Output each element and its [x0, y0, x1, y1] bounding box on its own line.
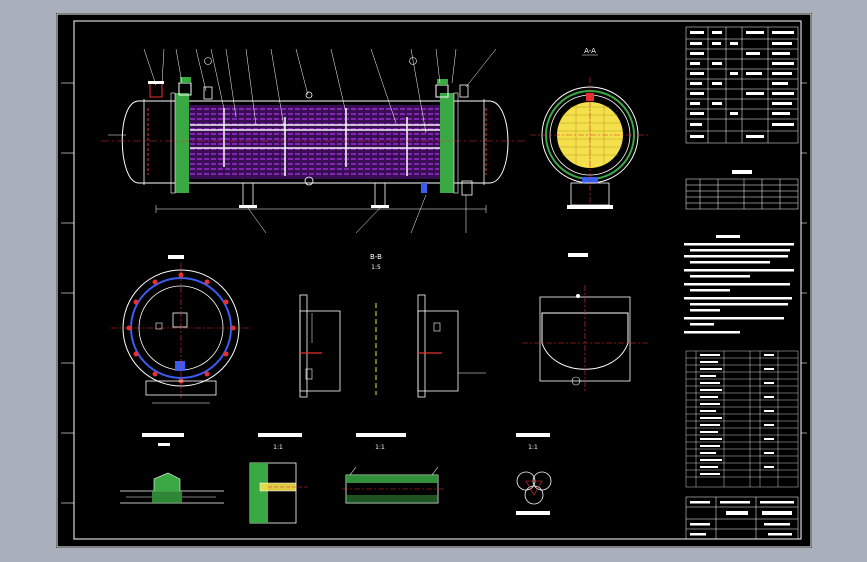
- cad-drawing: A-A B-B 1:5 1:1 1:1 1:1: [56, 13, 812, 548]
- tube-sheet-right: [440, 93, 454, 193]
- heat-exchanger-elevation: [101, 48, 526, 234]
- section-b-title: B-B: [370, 253, 382, 261]
- nozzle-weld-detail: [342, 466, 446, 504]
- technical-notes: [684, 235, 794, 334]
- drawing-sheet: A-A B-B 1:5 1:1 1:1 1:1: [56, 13, 812, 548]
- tube-arrangement-detail: [516, 471, 552, 505]
- flange-view: [111, 263, 251, 404]
- tube-sheet-detail: [249, 462, 308, 524]
- section-b-view: [299, 294, 486, 398]
- section-b-scale: 1:5: [371, 264, 381, 271]
- weld-detail-scale: 1:1: [375, 444, 385, 451]
- end-view-section: [530, 77, 650, 209]
- mark-detail-scale: 1:1: [528, 444, 538, 451]
- tube-sheet-left: [175, 93, 189, 193]
- nozzle-table: [685, 178, 799, 210]
- tube-detail-scale: 1:1: [273, 444, 283, 451]
- section-a-title: A-A: [584, 47, 596, 55]
- tube-bundle: [189, 105, 440, 179]
- head-section-view: [522, 285, 648, 393]
- weld-detail: [120, 472, 224, 504]
